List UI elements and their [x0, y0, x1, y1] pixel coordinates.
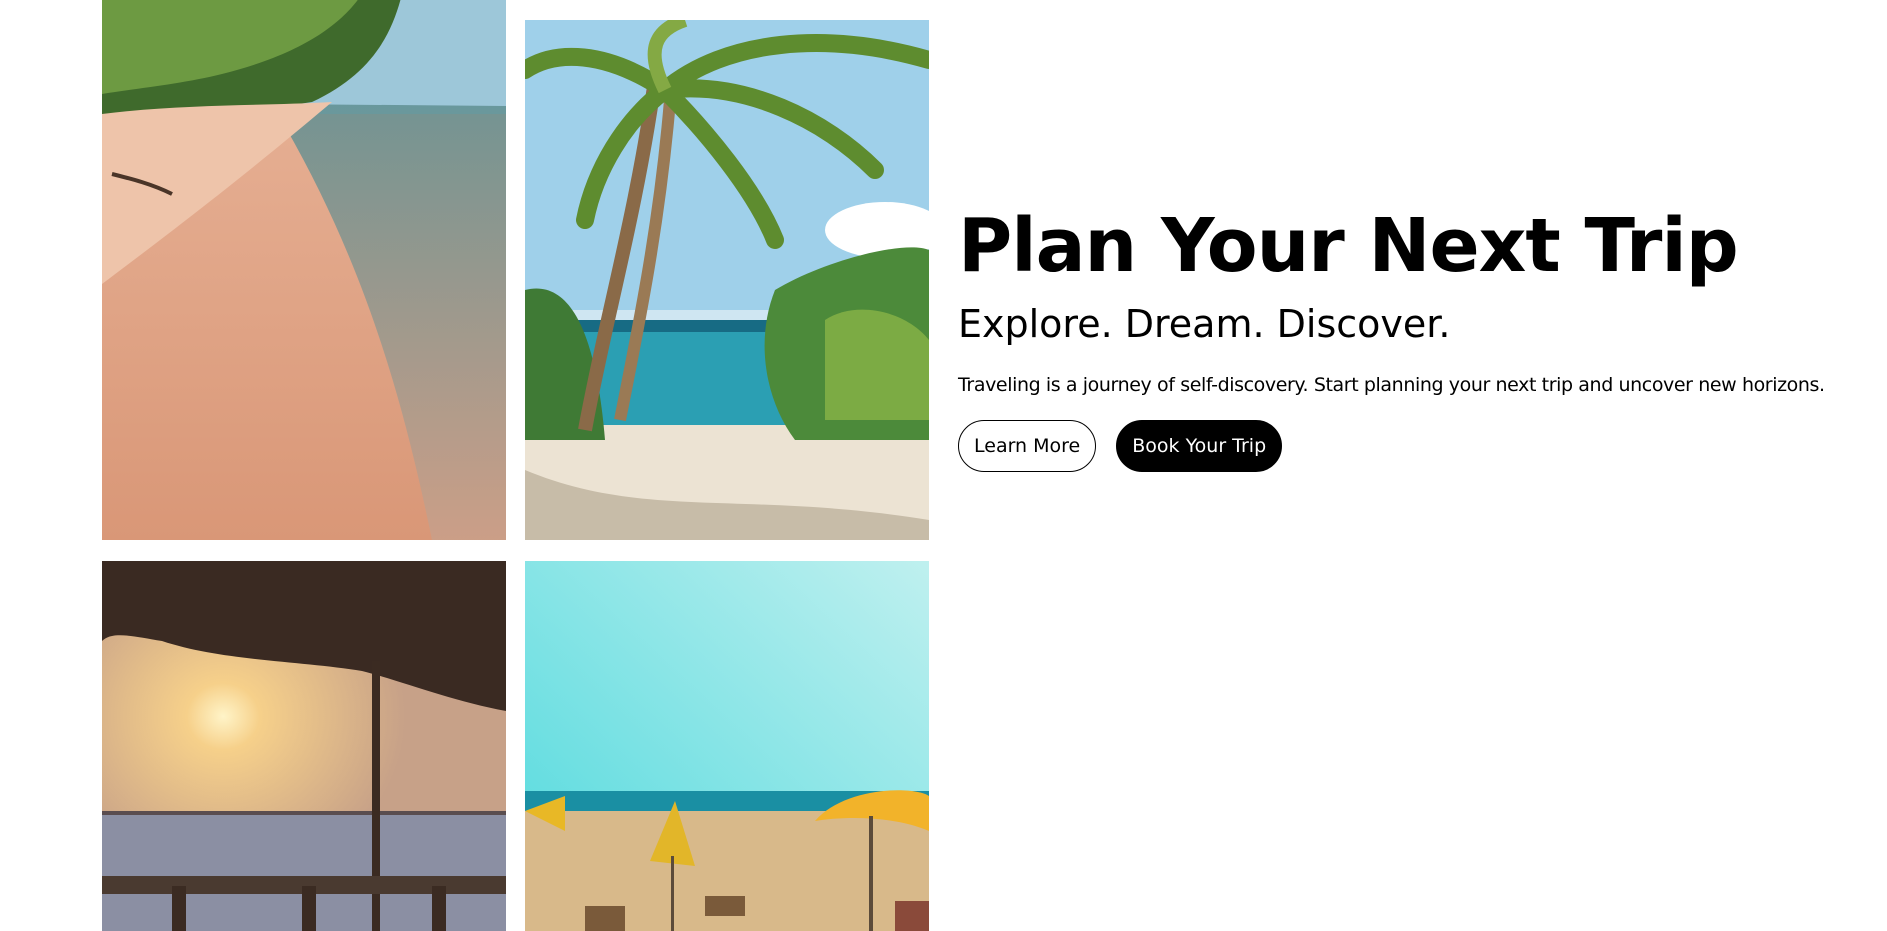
- gallery-photo-umbrella-beach: [525, 561, 929, 931]
- hero-actions: Learn More Book Your Trip: [958, 420, 1858, 472]
- hero-title: Plan Your Next Trip: [958, 203, 1739, 289]
- gallery-photo-sunset-hut: [102, 561, 506, 931]
- gallery-photo-beach-shore: [102, 0, 506, 540]
- hero-section: Plan Your Next Trip Explore. Dream. Disc…: [958, 200, 1858, 472]
- gallery-photo-palm-beach: [525, 20, 929, 540]
- book-your-trip-button[interactable]: Book Your Trip: [1116, 420, 1283, 472]
- hero-subtitle: Explore. Dream. Discover.: [958, 302, 1451, 346]
- hero-description: Traveling is a journey of self-discovery…: [958, 374, 1825, 396]
- learn-more-button[interactable]: Learn More: [958, 420, 1097, 472]
